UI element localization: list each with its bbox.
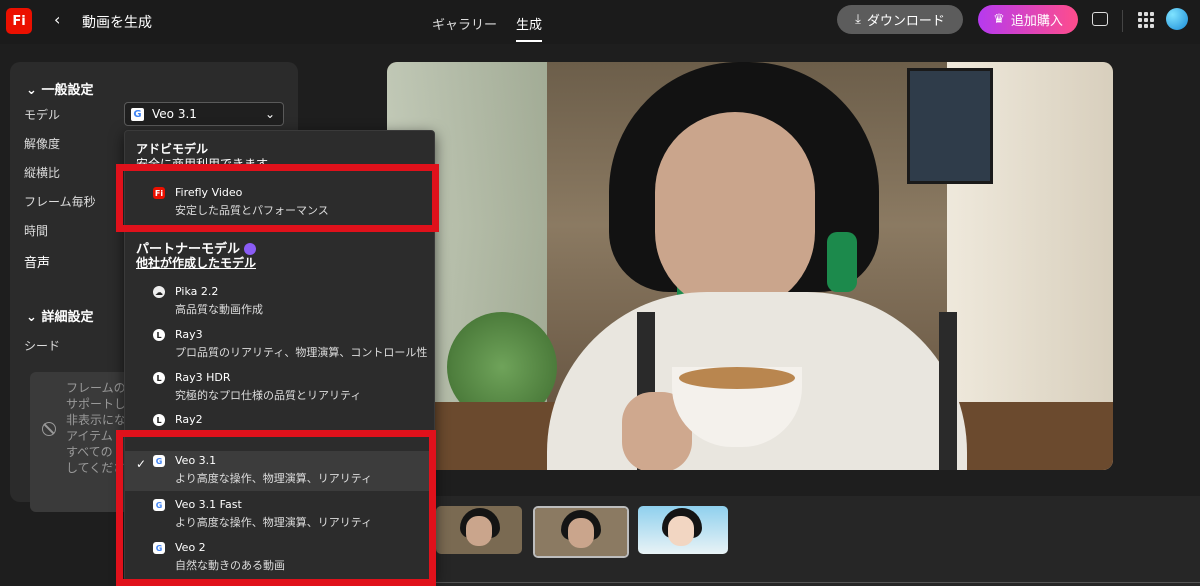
partner-models-link[interactable]: 他社が作成したモデル [136, 254, 256, 271]
hair-highlight-right [827, 232, 857, 292]
label-duration: 時間 [24, 224, 49, 238]
luma-icon: L [153, 329, 165, 341]
tab-gallery[interactable]: ギャラリー [432, 14, 497, 33]
thumbnail-1[interactable] [436, 506, 522, 554]
highlight-box-firefly [116, 164, 439, 232]
chevron-down-icon: ⌄ [26, 310, 37, 325]
pika-icon: ☁ [153, 286, 165, 298]
download-button[interactable]: ⤓ ダウンロード [837, 5, 963, 34]
model-option-ray3[interactable]: L Ray3 プロ品質のリアリティ、物理演算、コントロール性 [125, 325, 434, 365]
general-settings-heading[interactable]: ⌄ 一般設定 [26, 79, 93, 98]
avatar[interactable] [1166, 8, 1188, 30]
highlight-box-veo [116, 430, 436, 586]
option-name: Ray2 [175, 413, 203, 426]
buy-more-button[interactable]: ♛ 追加購入 [978, 5, 1078, 34]
label-seed: シード [24, 339, 61, 353]
option-name: Ray3 [175, 328, 203, 341]
firefly-logo[interactable]: Fi [6, 8, 32, 34]
apron-strap-right [939, 312, 957, 470]
label-model: モデル [24, 108, 61, 122]
option-name: Ray3 HDR [175, 371, 231, 384]
advanced-settings-heading[interactable]: ⌄ 詳細設定 [26, 306, 93, 325]
luma-icon: L [153, 414, 165, 426]
top-bar: Fi ‹ 動画を生成 ギャラリー 生成 ⤓ ダウンロード ♛ 追加購入 [0, 0, 1200, 44]
thumbnail-3[interactable] [638, 506, 728, 554]
active-tab-indicator [516, 40, 542, 42]
model-option-ray3-hdr[interactable]: L Ray3 HDR 究極的なプロ仕様の品質とリアリティ [125, 368, 434, 408]
tab-generate[interactable]: 生成 [516, 14, 542, 33]
latte-art [679, 367, 795, 389]
model-select[interactable]: G Veo 3.1 ⌄ [124, 102, 284, 126]
ban-icon [42, 422, 56, 436]
label-audio: 音声 [24, 256, 51, 271]
option-description: 究極的なプロ仕様の品質とリアリティ [175, 389, 362, 402]
chevron-down-icon: ⌄ [264, 107, 275, 121]
label-aspect-ratio: 縦横比 [24, 166, 61, 180]
download-label: ダウンロード [866, 14, 945, 29]
apps-grid-icon[interactable] [1138, 12, 1154, 28]
feedback-icon[interactable] [1092, 12, 1108, 26]
face [655, 112, 815, 312]
model-select-value: Veo 3.1 [152, 107, 197, 121]
crown-icon: ♛ [993, 12, 1005, 27]
wall-painting [907, 68, 993, 184]
divider [1122, 10, 1123, 32]
chevron-left-icon[interactable]: ‹ [54, 10, 60, 29]
option-description: 高品質な動画作成 [175, 303, 263, 316]
scrollbar-track [433, 582, 1200, 583]
option-name: Pika 2.2 [175, 285, 219, 298]
label-fps: フレーム毎秒 [24, 195, 96, 209]
buy-label: 追加購入 [1010, 14, 1063, 29]
video-preview [387, 62, 1113, 470]
model-option-pika-2-2[interactable]: ☁ Pika 2.2 高品質な動画作成 [125, 282, 434, 322]
option-description: プロ品質のリアリティ、物理演算、コントロール性 [175, 346, 428, 359]
page-title: 動画を生成 [82, 15, 152, 31]
thumbnail-2-selected[interactable] [533, 506, 629, 558]
label-resolution: 解像度 [24, 137, 61, 151]
chevron-down-icon: ⌄ [26, 83, 37, 98]
download-icon: ⤓ [855, 12, 861, 27]
luma-icon: L [153, 372, 165, 384]
google-icon: G [131, 107, 144, 121]
